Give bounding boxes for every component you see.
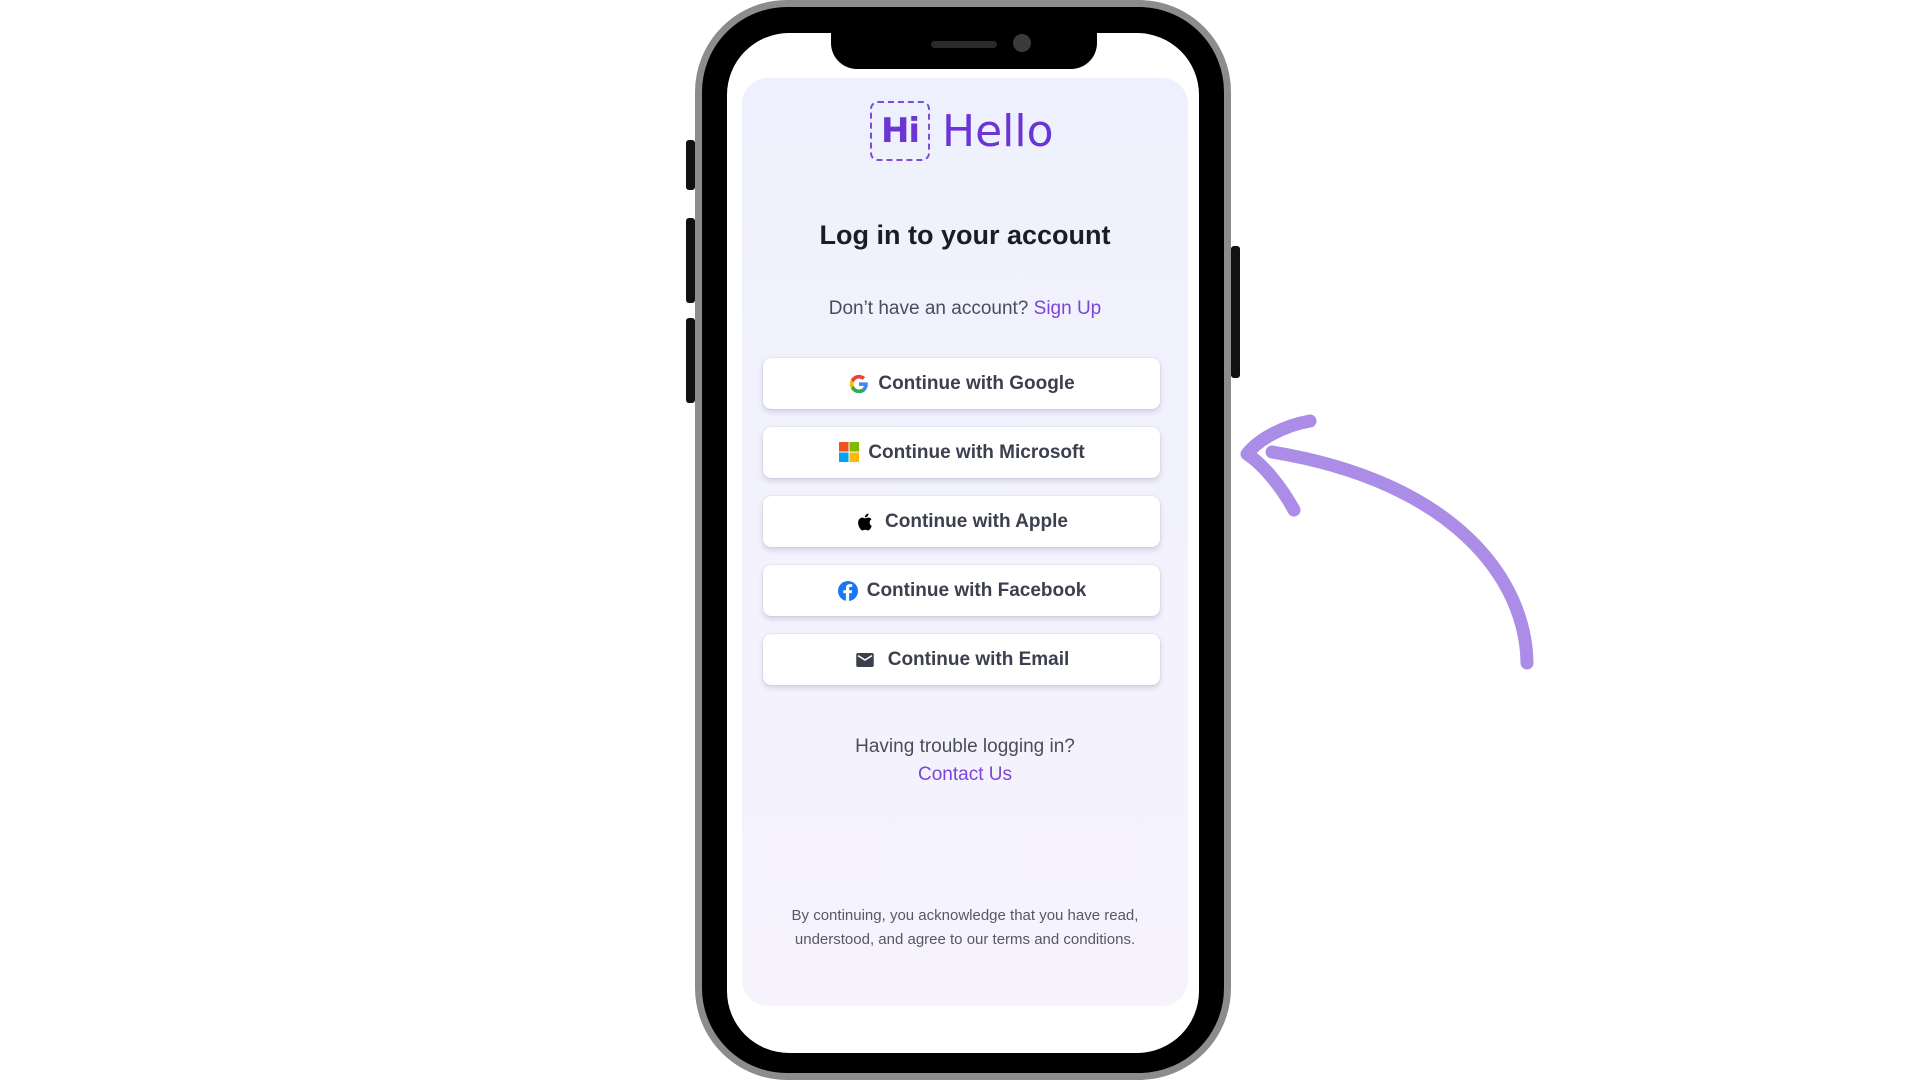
- continue-with-email-label: Continue with Email: [887, 648, 1070, 670]
- continue-with-facebook-button[interactable]: Continue with Facebook: [763, 565, 1160, 616]
- help-section: Having trouble logging in? Contact Us: [742, 733, 1188, 789]
- mail-icon: [854, 649, 876, 671]
- continue-with-email-button[interactable]: Continue with Email: [763, 634, 1160, 685]
- continue-with-apple-button[interactable]: Continue with Apple: [763, 496, 1160, 547]
- facebook-icon: [837, 580, 859, 602]
- phone-camera: [1013, 34, 1031, 52]
- continue-with-microsoft-label: Continue with Microsoft: [868, 441, 1085, 463]
- continue-with-google-button[interactable]: Continue with Google: [763, 358, 1160, 409]
- google-icon: [848, 373, 870, 395]
- phone-side-button-silent: [686, 140, 695, 190]
- logo-mark-text: Hi: [880, 111, 920, 151]
- apple-icon: [855, 511, 877, 533]
- phone-side-button-volume-up: [686, 218, 695, 303]
- contact-us-link[interactable]: Contact Us: [918, 764, 1012, 785]
- page-title: Log in to your account: [819, 220, 1111, 250]
- signup-prompt-text: Don’t have an account?: [828, 298, 1029, 319]
- terms-notice: By continuing, you acknowledge that you …: [752, 904, 1178, 952]
- terms-notice-line-2: understood, and agree to our terms and c…: [794, 931, 1136, 948]
- curved-arrow-icon: [1240, 414, 1534, 670]
- logo-mark: Hi: [870, 101, 930, 161]
- continue-with-apple-label: Continue with Apple: [885, 510, 1068, 532]
- phone-side-button-volume-down: [686, 318, 695, 403]
- phone-side-button-power: [1231, 246, 1240, 378]
- continue-with-facebook-label: Continue with Facebook: [866, 579, 1087, 601]
- terms-notice-line-1: By continuing, you acknowledge that you …: [791, 907, 1139, 924]
- signup-link[interactable]: Sign Up: [1034, 298, 1102, 319]
- brand-logo: Hi Hello: [870, 98, 1060, 164]
- phone-speaker: [931, 41, 997, 48]
- help-text: Having trouble logging in?: [855, 736, 1075, 757]
- signup-prompt: Don’t have an account? Sign Up: [742, 298, 1188, 320]
- continue-with-google-label: Continue with Google: [878, 372, 1075, 394]
- microsoft-icon: [838, 442, 860, 464]
- logo-wordmark: Hello: [942, 105, 1054, 157]
- continue-with-microsoft-button[interactable]: Continue with Microsoft: [763, 427, 1160, 478]
